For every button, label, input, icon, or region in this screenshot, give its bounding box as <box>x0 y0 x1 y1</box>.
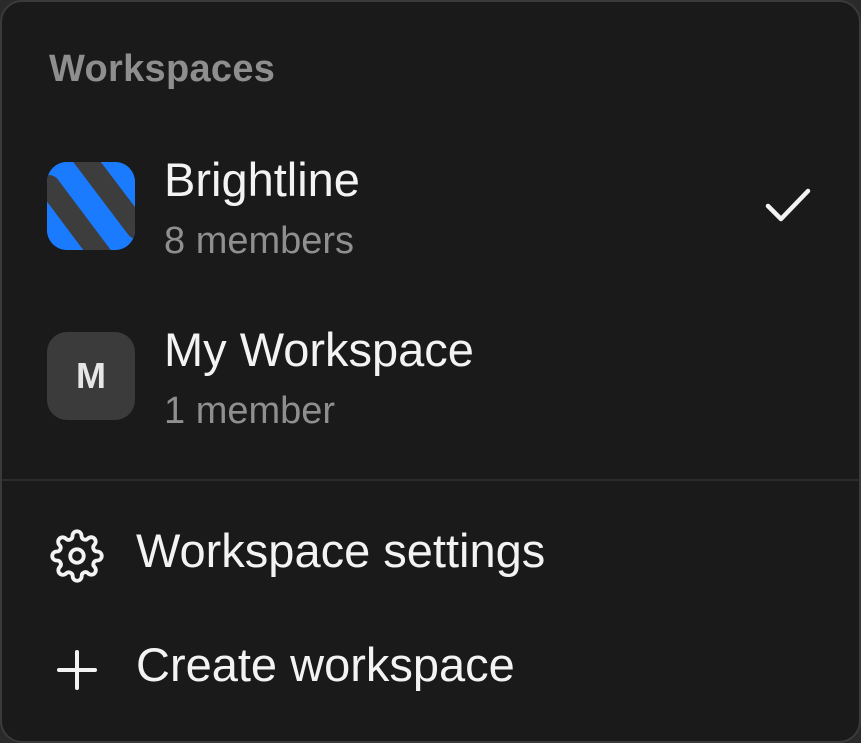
workspace-name: Brightline <box>164 153 360 206</box>
gear-icon <box>50 529 104 583</box>
section-title: Workspaces <box>49 48 276 90</box>
brightline-logo-icon <box>47 162 135 250</box>
workspace-name: My Workspace <box>164 323 474 376</box>
workspace-switcher-menu: Workspaces Brightline 8 members M My Wor… <box>0 0 861 743</box>
plus-icon <box>50 643 104 697</box>
check-icon <box>764 186 812 226</box>
workspace-member-count: 8 members <box>164 220 355 262</box>
workspace-member-count: 1 member <box>164 390 336 432</box>
divider <box>2 479 859 481</box>
action-label: Create workspace <box>136 638 515 691</box>
workspace-item-brightline[interactable]: Brightline 8 members <box>2 132 859 282</box>
workspace-settings-button[interactable]: Workspace settings <box>2 505 859 605</box>
create-workspace-button[interactable]: Create workspace <box>2 619 859 719</box>
workspace-item-my-workspace[interactable]: M My Workspace 1 member <box>2 302 859 452</box>
workspace-avatar: M <box>47 332 135 420</box>
action-label: Workspace settings <box>136 524 546 577</box>
